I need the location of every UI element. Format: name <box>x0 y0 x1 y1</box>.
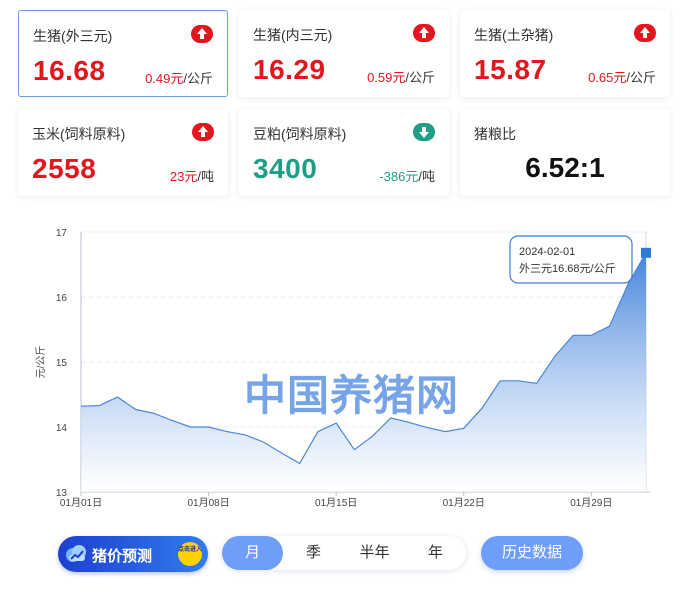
x-tick-label: 01月08日 <box>187 497 229 509</box>
card-name: 生猪(内三元) <box>253 27 333 43</box>
data-point <box>463 427 465 429</box>
data-point <box>426 427 428 429</box>
data-point <box>262 441 264 443</box>
x-tick-label: 01月22日 <box>443 497 485 509</box>
period-month[interactable]: 月 <box>222 536 283 570</box>
watermark: 中国养猪网 <box>244 372 459 419</box>
card-corn[interactable]: 玉米(饲料原料) 2558 23元/吨 <box>18 109 228 196</box>
price-forecast-button[interactable]: 猪价预测 点击进入 <box>58 536 208 572</box>
y-tick-label: 14 <box>56 423 68 434</box>
chart-svg: 中国养猪网 131415161701月01日 01月08日 01月15日 01月22日… <box>35 228 651 509</box>
data-point <box>208 426 210 428</box>
data-point <box>517 380 519 382</box>
data-point <box>536 382 538 384</box>
card-name: 生猪(土杂猪) <box>474 27 554 43</box>
data-point <box>499 380 501 382</box>
x-tick-label: 01月29日 <box>570 497 612 509</box>
x-tick-label: 01月15日 <box>315 497 357 509</box>
data-point <box>280 452 282 454</box>
card-name: 豆粕(饲料原料) <box>253 126 347 142</box>
data-point <box>98 405 100 407</box>
data-point <box>244 434 246 436</box>
period-year[interactable]: 年 <box>405 536 466 570</box>
enter-badge: 点击进入 <box>178 542 202 566</box>
card-pig-outer[interactable]: 生猪(外三元) 16.68 0.49元/公斤 <box>18 10 228 97</box>
y-tick-label: 17 <box>56 228 68 239</box>
up-arrow-icon <box>634 24 656 42</box>
cloud-chart-icon <box>62 540 90 568</box>
period-quarter[interactable]: 季 <box>283 536 344 570</box>
period-switcher: 月 季 半年 年 <box>222 536 466 570</box>
data-point <box>353 449 355 451</box>
tooltip: 2024-02-01 外三元16.68元/公斤 <box>509 235 633 284</box>
data-point <box>481 407 483 409</box>
card-change: -386元/吨 <box>379 169 435 184</box>
card-price: 15.87 <box>474 54 547 85</box>
period-half-year[interactable]: 半年 <box>344 536 405 570</box>
tooltip-date: 2024-02-01 <box>519 246 575 258</box>
data-point <box>153 412 155 414</box>
up-arrow-icon <box>413 24 435 42</box>
card-name: 玉米(饲料原料) <box>32 126 126 142</box>
data-point <box>445 431 447 433</box>
data-point <box>609 325 611 327</box>
data-point <box>299 462 301 464</box>
controls-bar: 猪价预测 点击进入 月 季 半年 年 历史数据 <box>0 530 690 580</box>
data-point <box>226 431 228 433</box>
card-change: 23元/吨 <box>169 169 214 184</box>
card-price: 16.29 <box>253 54 326 85</box>
card-price: 2558 <box>32 153 97 184</box>
y-tick-label: 15 <box>56 358 68 369</box>
data-point <box>372 435 374 437</box>
data-point <box>408 421 410 423</box>
card-change: 0.59元/公斤 <box>367 70 435 85</box>
card-name: 生猪(外三元) <box>33 28 113 44</box>
data-point <box>627 284 629 286</box>
y-axis-label: 元/公斤 <box>35 346 47 379</box>
data-point <box>189 426 191 428</box>
card-change: 0.65元/公斤 <box>588 70 656 85</box>
card-pig-local[interactable]: 生猪(土杂猪) 15.87 0.65元/公斤 <box>460 10 670 97</box>
data-point <box>171 420 173 422</box>
data-point <box>116 396 118 398</box>
up-arrow-icon <box>191 25 213 43</box>
history-data-button[interactable]: 历史数据 <box>481 536 583 570</box>
forecast-label: 猪价预测 <box>92 548 153 565</box>
price-chart: 中国养猪网 13 14 15 16 17 01月01日 01月08日 01月15日 01月22日… <box>20 212 670 532</box>
card-pig-inner[interactable]: 生猪(内三元) 16.29 0.59元/公斤 <box>239 10 449 97</box>
price-cards: 生猪(外三元) 16.68 0.49元/公斤 生猪(内三元) 16.29 0.5… <box>18 10 670 196</box>
data-point <box>590 334 592 336</box>
data-point <box>335 422 337 424</box>
data-point <box>80 405 82 407</box>
card-price: 16.68 <box>33 55 106 86</box>
x-tick-label: 01月01日 <box>60 497 102 509</box>
card-pig-grain-ratio[interactable]: 猪粮比 6.52:1 <box>460 109 670 196</box>
highlight-point <box>641 247 651 258</box>
down-arrow-icon <box>413 123 435 141</box>
y-tick-label: 16 <box>56 293 68 304</box>
card-change: 0.49元/公斤 <box>145 71 213 86</box>
ratio-value: 6.52:1 <box>525 152 605 183</box>
up-arrow-icon <box>192 123 214 141</box>
data-point <box>135 408 137 410</box>
card-price: 3400 <box>253 153 318 184</box>
tooltip-text: 外三元16.68元/公斤 <box>519 262 616 275</box>
data-point <box>317 431 319 433</box>
data-point <box>554 355 556 357</box>
card-soybean-meal[interactable]: 豆粕(饲料原料) 3400 -386元/吨 <box>239 109 449 196</box>
card-name: 猪粮比 <box>474 126 516 142</box>
data-point <box>572 334 574 336</box>
